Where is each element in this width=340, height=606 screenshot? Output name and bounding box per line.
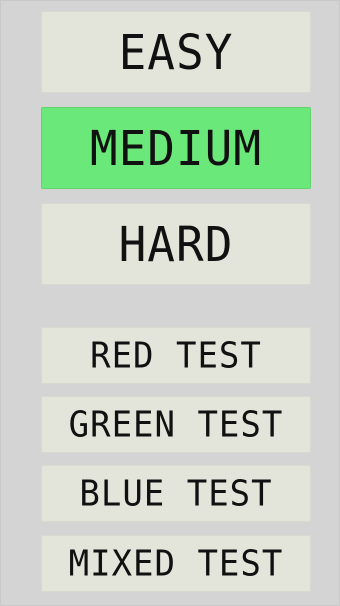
- easy-button-label: EASY: [118, 23, 234, 81]
- menu-screen: EASY MEDIUM HARD RED TEST GREEN TEST BLU…: [0, 0, 340, 606]
- red-test-button[interactable]: RED TEST: [41, 327, 311, 384]
- easy-button[interactable]: EASY: [41, 11, 311, 93]
- mixed-test-button[interactable]: MIXED TEST: [41, 535, 311, 592]
- red-test-button-label: RED TEST: [90, 334, 262, 377]
- hard-button[interactable]: HARD: [41, 203, 311, 285]
- mixed-test-button-label: MIXED TEST: [68, 542, 284, 585]
- green-test-button[interactable]: GREEN TEST: [41, 396, 311, 453]
- medium-button-label: MEDIUM: [89, 119, 263, 177]
- green-test-button-label: GREEN TEST: [68, 403, 284, 446]
- medium-button[interactable]: MEDIUM: [41, 107, 311, 189]
- hard-button-label: HARD: [118, 215, 234, 273]
- blue-test-button-label: BLUE TEST: [79, 472, 273, 515]
- blue-test-button[interactable]: BLUE TEST: [41, 465, 311, 522]
